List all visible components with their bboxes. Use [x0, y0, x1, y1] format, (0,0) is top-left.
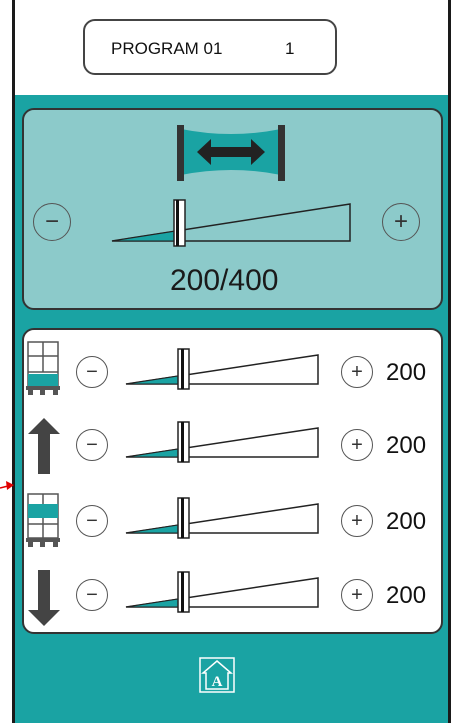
row-value: 200	[386, 432, 427, 459]
row-plus-button[interactable]: +	[341, 579, 373, 611]
home-icon[interactable]: A	[199, 657, 235, 693]
pallet-wrap-middle-icon	[26, 493, 60, 547]
header: PROGRAM 01 1	[15, 0, 448, 95]
row-plus-button[interactable]: +	[341, 505, 373, 537]
row-plus-button[interactable]: +	[341, 429, 373, 461]
minus-icon: −	[86, 433, 98, 456]
width-adjust-icon	[177, 125, 285, 181]
plus-icon: +	[351, 509, 363, 532]
main-value-readout: 200/400	[170, 264, 279, 297]
pallet-wrap-top-icon	[26, 341, 60, 395]
row-slider[interactable]	[125, 421, 320, 463]
program-number: 1	[285, 39, 295, 58]
main-slider-handle[interactable]	[173, 199, 186, 247]
minus-icon: −	[86, 583, 98, 606]
arrow-down-icon	[28, 570, 60, 626]
row-slider[interactable]	[125, 571, 320, 613]
row-slider[interactable]	[125, 348, 320, 390]
main-plus-button[interactable]: +	[382, 203, 420, 241]
program-selector[interactable]: PROGRAM 01 1	[83, 19, 337, 75]
main-level-slider[interactable]	[111, 199, 352, 247]
row-slider[interactable]	[125, 497, 320, 539]
minus-icon: −	[86, 509, 98, 532]
plus-icon: +	[351, 583, 363, 606]
row-value: 200	[386, 582, 427, 609]
row-value: 200	[386, 508, 427, 535]
row-value: 200	[386, 359, 427, 386]
svg-text:A: A	[212, 674, 223, 690]
row-minus-button[interactable]: −	[76, 356, 108, 388]
plus-icon: +	[351, 360, 363, 383]
row-plus-button[interactable]: +	[341, 356, 373, 388]
red-pointer-arrow-icon	[0, 481, 14, 490]
plus-icon: +	[351, 433, 363, 456]
main-minus-button[interactable]: −	[33, 203, 71, 241]
row-minus-button[interactable]: −	[76, 579, 108, 611]
row-minus-button[interactable]: −	[76, 429, 108, 461]
minus-icon: −	[86, 360, 98, 383]
minus-icon: −	[44, 208, 59, 235]
row-minus-button[interactable]: −	[76, 505, 108, 537]
plus-icon: +	[393, 208, 408, 235]
arrow-up-icon	[28, 418, 60, 474]
program-name: PROGRAM 01	[111, 39, 223, 58]
